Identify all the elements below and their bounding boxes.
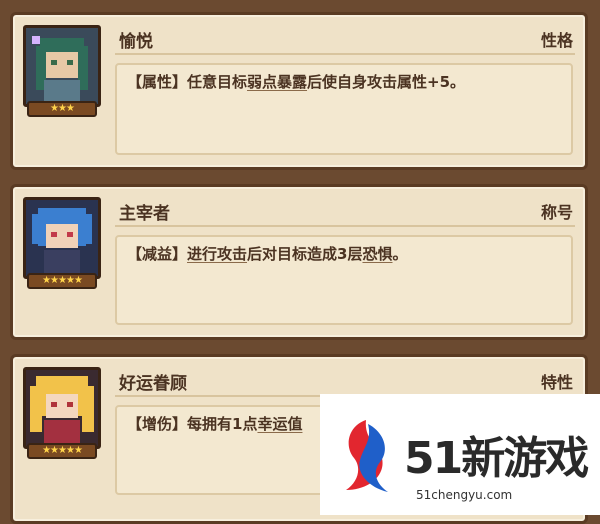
desc-tag: 【属性】	[127, 73, 188, 91]
card-header: 主宰者 称号	[115, 195, 575, 227]
title-card[interactable]: ★★★★★ 主宰者 称号 【减益】进行攻击后对目标造成3层恐惧。	[10, 184, 588, 340]
feature-type: 特性	[540, 373, 573, 392]
trait-card[interactable]: ★★★ 愉悦 性格 【属性】任意目标弱点暴露后使自身攻击属性+5。	[10, 12, 588, 170]
feature-name: 好运眷顾	[119, 374, 187, 394]
title-name: 主宰者	[119, 204, 170, 224]
desc-tag: 【减益】	[127, 245, 188, 263]
character-portrait	[23, 367, 101, 449]
trait-type: 性格	[540, 31, 573, 50]
watermark-logo-icon	[346, 420, 388, 492]
trait-description: 【属性】任意目标弱点暴露后使自身攻击属性+5。	[115, 63, 573, 155]
desc-text: 后对目标造成3层	[247, 245, 363, 263]
keyword-link[interactable]: 弱点暴露	[247, 73, 307, 91]
star-rating: ★★★★★	[27, 443, 97, 459]
keyword-link[interactable]: 幸运值	[257, 415, 302, 433]
keyword-link[interactable]: 进行攻击	[187, 245, 247, 263]
watermark: 51新游戏 51chengyu.com	[320, 394, 600, 515]
desc-text: 后使自身攻击属性+5。	[307, 73, 466, 91]
desc-tag: 【增伤】	[127, 415, 188, 433]
character-portrait	[23, 25, 101, 107]
card-header: 好运眷顾 特性	[115, 365, 575, 397]
card-header: 愉悦 性格	[115, 23, 575, 55]
title-type: 称号	[540, 203, 573, 222]
desc-text: 每拥有1点	[187, 415, 258, 433]
character-portrait	[23, 197, 101, 279]
desc-text: 。	[392, 245, 408, 263]
desc-text: 任意目标	[187, 73, 248, 91]
trait-name: 愉悦	[119, 32, 153, 52]
star-rating: ★★★	[27, 101, 97, 117]
watermark-title: 51新游戏	[404, 433, 589, 484]
star-rating: ★★★★★	[27, 273, 97, 289]
keyword-link[interactable]: 恐惧	[362, 245, 392, 263]
watermark-url: 51chengyu.com	[416, 488, 513, 502]
title-description: 【减益】进行攻击后对目标造成3层恐惧。	[115, 235, 573, 325]
